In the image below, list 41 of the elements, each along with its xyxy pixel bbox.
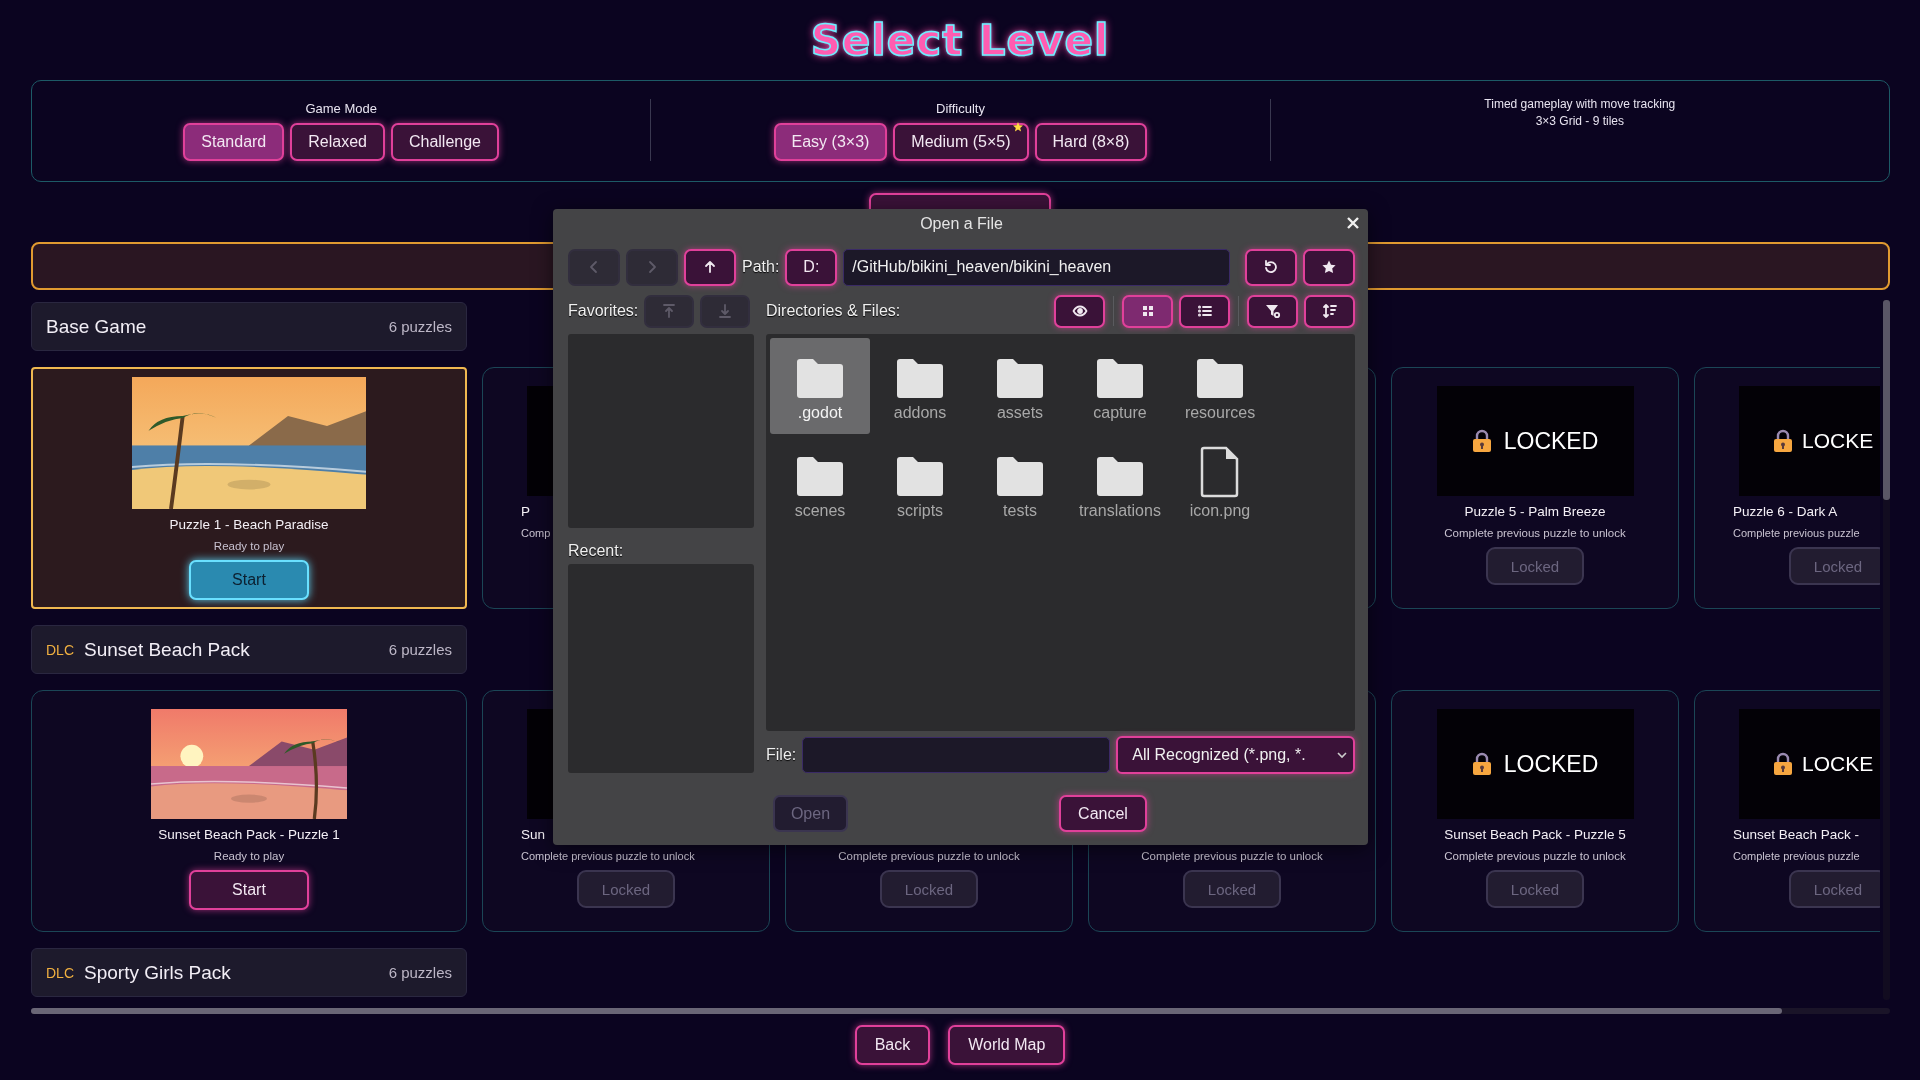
puzzle-title: Puzzle 6 - Dark A	[1733, 504, 1838, 519]
path-label: Path:	[742, 258, 780, 276]
puzzle-count: 6 puzzles	[388, 641, 452, 658]
puzzle-status: Complete previous puzzle	[1733, 850, 1860, 862]
puzzle-status: Complete previous puzzle to unlock	[1141, 850, 1323, 862]
puzzle-status: Comp	[521, 527, 551, 539]
file-label: File:	[766, 746, 797, 764]
puzzle-title: P	[521, 504, 530, 519]
section-title: Sporty Girls Pack	[84, 961, 231, 984]
dlc-label: DLC	[46, 964, 74, 981]
puzzle-status: Complete previous puzzle	[1733, 527, 1860, 539]
puzzle-status: Ready to play	[213, 540, 285, 552]
mode-description: Timed gameplay with move tracking	[1484, 97, 1676, 111]
puzzle-status: Complete previous puzzle to unlock	[838, 850, 1020, 862]
puzzle-count: 6 puzzles	[388, 318, 452, 335]
puzzle-title: Sunset Beach Pack -	[1733, 827, 1860, 842]
dialog-title: Open a File	[920, 215, 1003, 233]
puzzle-status: Complete previous puzzle to unlock	[1444, 527, 1626, 539]
section-title: Base Game	[46, 315, 147, 338]
favorites-label: Favorites:	[568, 302, 639, 320]
puzzle-count: 6 puzzles	[388, 964, 452, 981]
puzzle-status: Complete previous puzzle to unlock	[1444, 850, 1626, 862]
locked-label: LOCKED	[1503, 750, 1599, 778]
recent-label: Recent:	[568, 542, 624, 559]
mode-description: 3×3 Grid - 9 tiles	[1535, 114, 1624, 128]
puzzle-status: Complete previous puzzle to unlock	[521, 850, 695, 862]
puzzle-title: Puzzle 5 - Palm Breeze	[1464, 504, 1606, 519]
section-title: Sunset Beach Pack	[84, 638, 250, 661]
page-title: Select Level	[810, 15, 1110, 65]
puzzle-title: Puzzle 1 - Beach Paradise	[169, 517, 329, 532]
locked-label: LOCKE	[1802, 752, 1874, 776]
group-label: Difficulty	[936, 101, 985, 116]
locked-label: LOCKE	[1802, 429, 1874, 453]
puzzle-title: Sunset Beach Pack - Puzzle 5	[1444, 827, 1626, 842]
group-label: Game Mode	[305, 101, 377, 116]
files-label: Directories & Files:	[766, 302, 901, 320]
puzzle-title: Sunset Beach Pack - Puzzle 1	[158, 827, 340, 842]
locked-label: LOCKED	[1503, 427, 1599, 455]
dlc-label: DLC	[46, 641, 74, 658]
puzzle-title: Sun	[521, 827, 546, 842]
puzzle-status: Ready to play	[213, 850, 285, 862]
